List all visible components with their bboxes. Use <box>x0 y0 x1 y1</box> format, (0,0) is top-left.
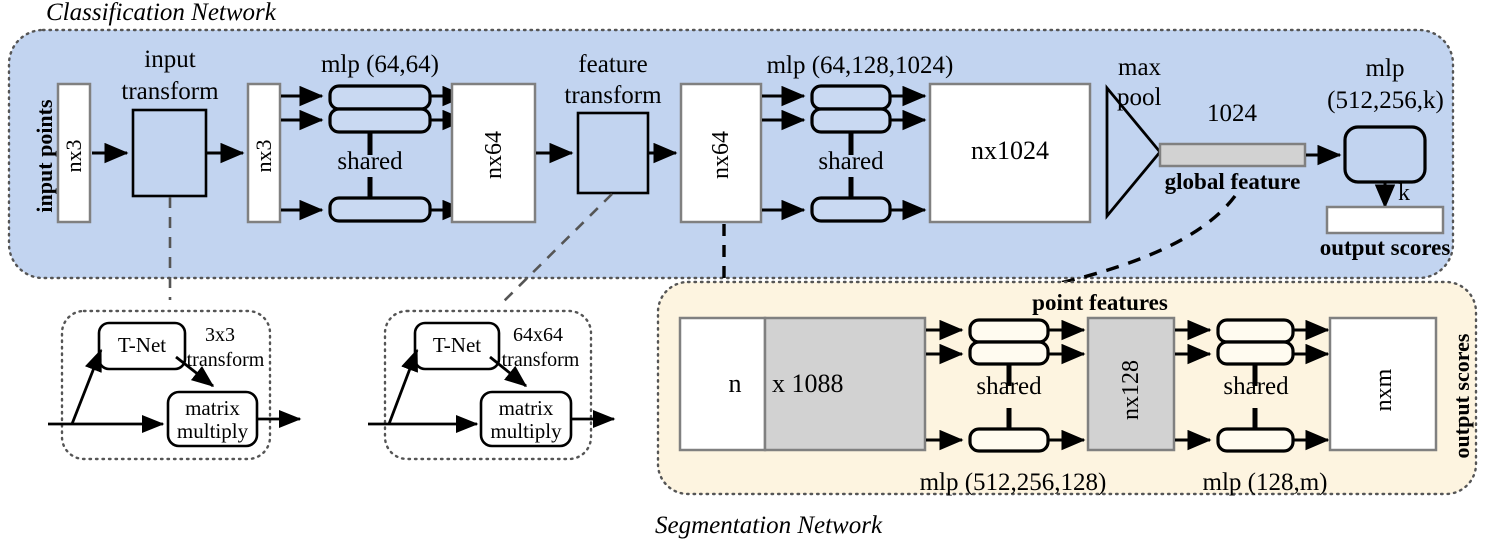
tensor-nx128-label: nx128 <box>1118 360 1144 420</box>
seg-mlp-512-256-128-label: mlp (512,256,128) <box>919 469 1107 496</box>
tnet-64x64-transform-line1: 64x64 <box>513 324 563 346</box>
feature-transform-label-line1: feature <box>578 51 648 78</box>
tensor-nx3-transformed-label: nx3 <box>251 139 276 173</box>
shared-label-1: shared <box>337 148 403 175</box>
cls-output-scores-label: output scores <box>1319 235 1451 260</box>
seg-output-scores-label: output scores <box>1449 333 1474 459</box>
tnet-3x3-transform-line2: transform <box>186 349 265 371</box>
tensor-nx1024-label: nx1024 <box>971 136 1049 165</box>
global-feature-label: global feature <box>1164 169 1301 194</box>
tensor-nx3-input-label: nx3 <box>61 139 86 173</box>
mlp-64-64-label: mlp (64,64) <box>320 51 440 78</box>
mlp-64-128-1024-label: mlp (64,128,1024) <box>766 52 954 79</box>
classification-network-title: Classification Network <box>46 0 276 26</box>
input-transform-label-line1: input <box>144 46 196 73</box>
global-feature-size-label: 1024 <box>1207 100 1257 127</box>
input-transform-box <box>131 108 208 198</box>
tnet-64x64-matmul-line2: multiply <box>490 419 562 443</box>
shared-label-2: shared <box>818 148 884 175</box>
mlp-512-256-k-label-line1: mlp <box>1365 55 1405 82</box>
tnet-3x3-transform-line1: 3x3 <box>205 324 235 346</box>
global-feature-bar <box>1158 142 1307 168</box>
tnet-64x64-transform-line2: transform <box>501 349 580 371</box>
mlp-512-256-k-box <box>1343 125 1427 184</box>
seg-shared-label-1: shared <box>976 373 1042 400</box>
segmentation-network-title: Segmentation Network <box>655 512 883 539</box>
k-label: k <box>1398 180 1410 206</box>
feature-transform-box <box>576 111 650 195</box>
seg-mlp-128-m-label: mlp (128,m) <box>1202 469 1328 496</box>
max-pool-label-line1: max <box>1118 54 1162 81</box>
tnet-3x3-matmul-line2: multiply <box>176 419 249 443</box>
input-points-label: input points <box>32 99 57 213</box>
tnet-3x3-matmul-line1: matrix <box>185 396 240 420</box>
cls-output-scores-bar <box>1325 205 1445 235</box>
feature-transform-label-line2: transform <box>564 82 662 109</box>
mlp-512-256-k-label-line2: (512,256,k) <box>1327 87 1444 114</box>
tensor-nx64-a-label: nx64 <box>481 131 507 179</box>
tensor-x1088-label: x 1088 <box>772 369 844 398</box>
tnet-64x64-label: T-Net <box>432 333 482 357</box>
input-transform-label-line2: transform <box>121 78 219 105</box>
point-features-label: point features <box>1032 290 1168 315</box>
pointnet-architecture-diagram: Classification Network input points nx3 … <box>0 0 1495 548</box>
tnet-64x64-matmul-line1: matrix <box>498 396 554 420</box>
max-pool-label-line2: pool <box>1117 84 1162 111</box>
tensor-nx64-b-label: nx64 <box>708 131 734 179</box>
tensor-nxm-label: nxm <box>1371 368 1397 412</box>
tensor-n-label: n <box>728 369 742 398</box>
seg-shared-label-2: shared <box>1223 373 1289 400</box>
